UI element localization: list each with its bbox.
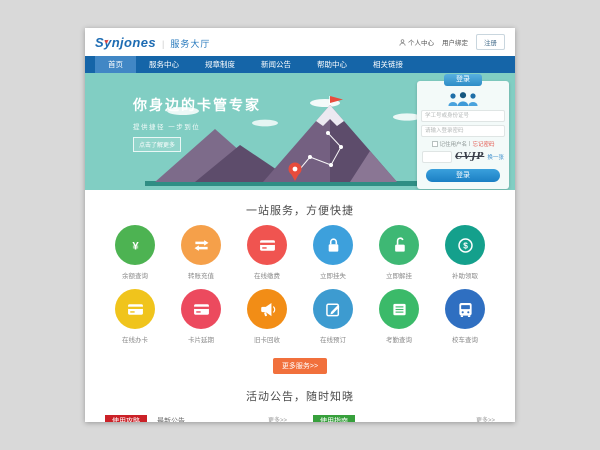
- hero-subtitle: 提供捷径 一步到位: [133, 121, 261, 131]
- login-tab[interactable]: 登录: [444, 74, 482, 86]
- hero-cta-button[interactable]: 点击了解更多: [133, 137, 181, 152]
- service-label: 在线办卡: [122, 334, 148, 344]
- service-item-5[interactable]: $ 补助领取: [445, 225, 485, 280]
- remember-checkbox[interactable]: [432, 141, 438, 147]
- header-divider: |: [162, 39, 164, 49]
- hero-banner: 你身边的卡管专家 提供捷径 一步到位 点击了解更多 登录: [85, 73, 515, 190]
- site-name: 服务大厅: [170, 37, 210, 50]
- service-item-4[interactable]: 立即解挂: [379, 225, 419, 280]
- service-item-3[interactable]: 立即挂失: [313, 225, 353, 280]
- captcha-input[interactable]: [422, 151, 452, 163]
- logo[interactable]: Synjones | 服务大厅: [95, 35, 210, 50]
- right-more-link[interactable]: 更多>>: [476, 415, 495, 422]
- login-options-row: 记住用户名 | 忘记密码: [417, 140, 509, 148]
- card-icon: [115, 289, 155, 329]
- login-panel: 登录 记住用户名 | 忘记密码: [417, 81, 509, 189]
- service-item-7[interactable]: 卡片延期: [181, 289, 221, 344]
- options-divider: |: [469, 141, 470, 147]
- captcha-image: CVJP: [455, 152, 484, 162]
- nav-item-2[interactable]: 规章制度: [192, 56, 248, 73]
- nav-item-5[interactable]: 相关链接: [360, 56, 416, 73]
- tab-usage-strategy[interactable]: 使用攻略: [105, 415, 147, 422]
- nav-item-3[interactable]: 新闻公告: [248, 56, 304, 73]
- service-label: 考勤查询: [386, 334, 412, 344]
- nav-item-0[interactable]: 首页: [95, 56, 136, 73]
- tab-usage-guide[interactable]: 使用指南: [313, 415, 355, 422]
- user-link-binding[interactable]: 用户绑定: [442, 37, 468, 47]
- service-label: 立即挂失: [320, 270, 346, 280]
- bus-icon: [445, 289, 485, 329]
- service-label: 在线缴费: [254, 270, 280, 280]
- captcha-row: CVJP 换一张: [417, 151, 509, 163]
- announcements-title: 活动公告，随时知晓: [85, 388, 515, 404]
- remember-label: 记住用户名: [440, 140, 468, 148]
- page: Synjones | 服务大厅 个人中心 用户绑定 注册 首页服务中心规章制度新…: [85, 28, 515, 422]
- service-label: 旧卡回收: [254, 334, 280, 344]
- announcements-right-column: 使用指南 更多>>: [313, 412, 495, 422]
- edit-icon: [313, 289, 353, 329]
- service-label: 在线预订: [320, 334, 346, 344]
- service-item-8[interactable]: 旧卡回收: [247, 289, 287, 344]
- services-row-2: 在线办卡 卡片延期 旧卡回收 在线预订 考勤查询 校车查询: [85, 289, 515, 344]
- service-item-0[interactable]: ¥ 余额查询: [115, 225, 155, 280]
- register-button[interactable]: 注册: [476, 34, 505, 50]
- header-user-area: 个人中心 用户绑定 注册: [399, 34, 505, 50]
- logo-text: Synjones: [95, 35, 156, 50]
- service-item-10[interactable]: 考勤查询: [379, 289, 419, 344]
- service-label: 余额查询: [122, 270, 148, 280]
- service-label: 立即解挂: [386, 270, 412, 280]
- services-title: 一站服务，方便快捷: [85, 202, 515, 218]
- services-row-1: ¥ 余额查询 转账充值 在线缴费 立即挂失 立即解挂 $ 补助领取: [85, 225, 515, 280]
- service-item-11[interactable]: 校车查询: [445, 289, 485, 344]
- service-item-1[interactable]: 转账充值: [181, 225, 221, 280]
- service-label: 转账充值: [188, 270, 214, 280]
- lock-icon: [313, 225, 353, 265]
- login-submit-button[interactable]: 登录: [426, 169, 500, 182]
- password-input[interactable]: [421, 125, 505, 137]
- service-label: 校车查询: [452, 334, 478, 344]
- username-input[interactable]: [421, 110, 505, 122]
- header: Synjones | 服务大厅 个人中心 用户绑定 注册: [85, 28, 515, 56]
- person-icon: [399, 39, 406, 46]
- service-item-6[interactable]: 在线办卡: [115, 289, 155, 344]
- service-label: 卡片延期: [188, 334, 214, 344]
- left-more-link[interactable]: 更多>>: [268, 415, 287, 422]
- more-services-button[interactable]: 更多服务>>: [273, 358, 327, 374]
- announcement-tabs-row: 使用攻略 最新公告 更多>> 使用指南 更多>>: [85, 412, 515, 422]
- service-label: 补助领取: [452, 270, 478, 280]
- tab-latest-announcements[interactable]: 最新公告: [157, 415, 185, 422]
- users-icon: [417, 91, 509, 107]
- svg-text:$: $: [463, 240, 468, 250]
- nav-item-4[interactable]: 帮助中心: [304, 56, 360, 73]
- unlock-icon: [379, 225, 419, 265]
- announcements-section: 活动公告，随时知晓 使用攻略 最新公告 更多>> 使用指南 更多>>: [85, 388, 515, 422]
- svg-text:¥: ¥: [132, 240, 139, 252]
- service-item-9[interactable]: 在线预订: [313, 289, 353, 344]
- hero-title: 你身边的卡管专家: [133, 95, 261, 115]
- megaphone-icon: [247, 289, 287, 329]
- coin-icon: $: [445, 225, 485, 265]
- main-nav: 首页服务中心规章制度新闻公告帮助中心相关链接: [85, 56, 515, 73]
- captcha-refresh-link[interactable]: 换一张: [487, 153, 504, 161]
- screenshot-stage: Synjones | 服务大厅 个人中心 用户绑定 注册 首页服务中心规章制度新…: [0, 0, 600, 450]
- service-item-2[interactable]: 在线缴费: [247, 225, 287, 280]
- transfer-icon: [181, 225, 221, 265]
- card-icon: [247, 225, 287, 265]
- list-icon: [379, 289, 419, 329]
- hero-copy: 你身边的卡管专家 提供捷径 一步到位 点击了解更多: [133, 95, 261, 152]
- services-section: 一站服务，方便快捷 ¥ 余额查询 转账充值 在线缴费 立即挂失 立即解挂 $ 补助领取 在线办…: [85, 202, 515, 374]
- nav-item-1[interactable]: 服务中心: [136, 56, 192, 73]
- announcements-left-column: 使用攻略 最新公告 更多>>: [105, 412, 287, 422]
- forgot-password-link[interactable]: 忘记密码: [472, 140, 494, 148]
- user-link-personal-center[interactable]: 个人中心: [399, 37, 434, 47]
- card-icon: [181, 289, 221, 329]
- yen-icon: ¥: [115, 225, 155, 265]
